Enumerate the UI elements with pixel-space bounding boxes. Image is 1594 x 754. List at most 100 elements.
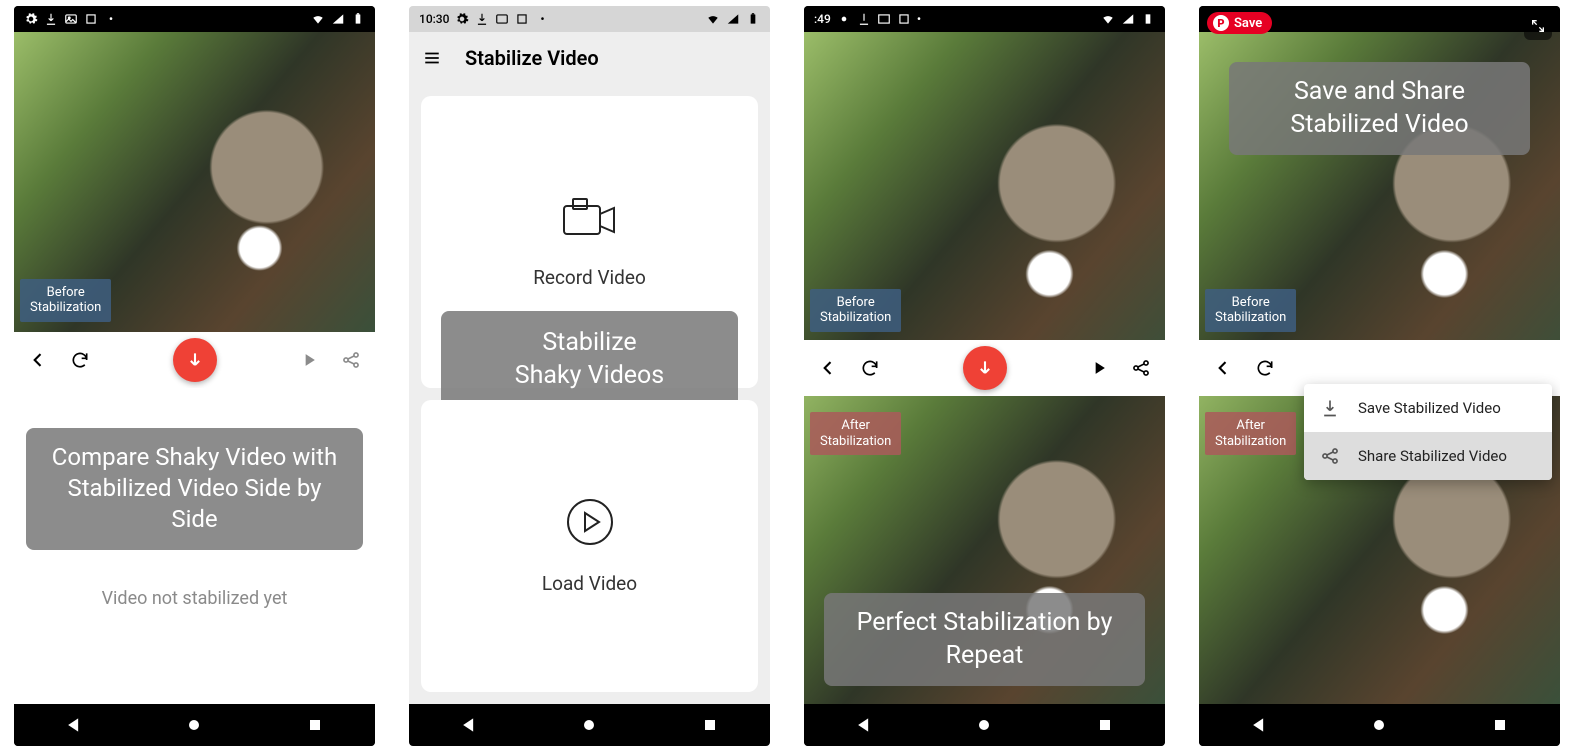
share-icon[interactable] — [1131, 358, 1151, 378]
before-video-preview[interactable]: Save and Share Stabilized Video Before S… — [1199, 32, 1560, 368]
status-bar: • — [14, 6, 375, 32]
before-video-preview[interactable]: Before Stabilization — [14, 32, 375, 332]
refresh-icon[interactable] — [70, 350, 90, 370]
battery-icon — [351, 12, 365, 26]
stabilize-overlay-label: Stabilize Shaky Videos — [441, 311, 738, 408]
pinterest-save-button[interactable]: P Save — [1207, 12, 1272, 34]
refresh-icon[interactable] — [1255, 358, 1275, 378]
record-video-label: Record Video — [533, 266, 646, 289]
player-toolbar — [14, 332, 375, 388]
nav-back-icon[interactable] — [459, 715, 479, 735]
image-icon — [495, 12, 509, 26]
signal-icon — [1121, 12, 1135, 26]
square-icon — [515, 12, 529, 26]
gear-icon — [24, 12, 38, 26]
before-stabilization-badge: Before Stabilization — [810, 289, 901, 332]
app-header: Stabilize Video — [409, 32, 770, 84]
load-video-label: Load Video — [542, 572, 637, 595]
record-video-card[interactable]: Record Video Stabilize Shaky Videos — [421, 96, 758, 388]
nav-back-icon[interactable] — [1249, 715, 1269, 735]
after-stabilization-badge: After Stabilization — [810, 412, 901, 455]
save-stabilized-item[interactable]: Save Stabilized Video — [1304, 384, 1552, 432]
after-video-placeholder: Compare Shaky Video with Stabilized Vide… — [14, 388, 375, 704]
before-stabilization-badge: Before Stabilization — [1205, 289, 1296, 332]
nav-home-icon[interactable] — [974, 715, 994, 735]
play-icon[interactable] — [299, 350, 319, 370]
download-icon — [1320, 398, 1340, 418]
save-stabilized-label: Save Stabilized Video — [1358, 399, 1501, 417]
screen-content: Save and Share Stabilized Video Before S… — [1199, 32, 1560, 704]
compare-overlay-label: Compare Shaky Video with Stabilized Vide… — [26, 428, 363, 550]
screenshot-2: 10:30 • Stabilize Video Recor — [409, 6, 770, 746]
nav-recents-icon[interactable] — [700, 715, 720, 735]
camera-icon — [561, 196, 619, 240]
status-bar: 10:30 • — [409, 6, 770, 32]
battery-icon — [1141, 12, 1155, 26]
android-navbar — [409, 704, 770, 746]
signal-icon — [331, 12, 345, 26]
play-circle-icon — [566, 498, 614, 546]
nav-back-icon[interactable] — [64, 715, 84, 735]
android-navbar — [14, 704, 375, 746]
screen-content: Stabilize Video Record Video Stabilize S… — [409, 32, 770, 704]
image-icon — [64, 12, 78, 26]
menu-icon[interactable] — [421, 49, 443, 67]
share-stabilized-label: Share Stabilized Video — [1358, 447, 1507, 465]
nav-home-icon[interactable] — [579, 715, 599, 735]
square-icon — [897, 12, 911, 26]
after-video-preview[interactable]: After Stabilization Perfect Stabilizatio… — [804, 368, 1165, 704]
android-navbar — [1199, 704, 1560, 746]
save-share-overlay: Save and Share Stabilized Video — [1229, 62, 1530, 155]
share-stabilized-item[interactable]: Share Stabilized Video — [1304, 432, 1552, 480]
share-icon[interactable] — [341, 350, 361, 370]
app-title: Stabilize Video — [465, 46, 599, 70]
screenshot-3: :49 • Before Stabilization — [804, 6, 1165, 746]
wifi-icon — [706, 12, 720, 26]
signal-icon — [726, 12, 740, 26]
status-bar: :49 • — [804, 6, 1165, 32]
player-toolbar — [804, 340, 1165, 396]
load-video-card[interactable]: Load Video — [421, 400, 758, 692]
back-icon[interactable] — [818, 358, 838, 378]
nav-home-icon[interactable] — [184, 715, 204, 735]
stabilize-fab-button[interactable] — [173, 338, 217, 382]
nav-recents-icon[interactable] — [1490, 715, 1510, 735]
screen-content: Before Stabilization After Stabilization… — [804, 32, 1165, 704]
pinterest-save-label: Save — [1234, 16, 1262, 31]
before-video-preview[interactable]: Before Stabilization — [804, 32, 1165, 368]
status-time-partial: :49 — [814, 12, 831, 26]
wifi-icon — [311, 12, 325, 26]
after-stabilization-badge: After Stabilization — [1205, 412, 1296, 455]
gear-icon — [455, 12, 469, 26]
nav-back-icon[interactable] — [854, 715, 874, 735]
before-stabilization-badge: Before Stabilization — [20, 279, 111, 322]
nav-recents-icon[interactable] — [305, 715, 325, 735]
not-stabilized-note: Video not stabilized yet — [14, 588, 375, 609]
back-icon[interactable] — [28, 350, 48, 370]
play-icon[interactable] — [1089, 358, 1109, 378]
nav-recents-icon[interactable] — [1095, 715, 1115, 735]
image-icon — [877, 12, 891, 26]
screenshot-4: P Save Save and Share Stabilized Video B… — [1199, 6, 1560, 746]
share-dropdown-menu: Save Stabilized Video Share Stabilized V… — [1304, 384, 1552, 480]
download-icon — [857, 12, 871, 26]
gear-icon — [837, 12, 851, 26]
perfect-stabilization-overlay: Perfect Stabilization by Repeat — [824, 593, 1145, 686]
dot-icon: • — [535, 12, 549, 26]
refresh-icon[interactable] — [860, 358, 880, 378]
screen-content: Before Stabilization Compare Shaky Video… — [14, 32, 375, 704]
back-icon[interactable] — [1213, 358, 1233, 378]
screenshot-1: • Before Stabilization Compare Sh — [14, 6, 375, 746]
square-icon — [84, 12, 98, 26]
battery-icon — [746, 12, 760, 26]
expand-icon[interactable] — [1524, 12, 1552, 40]
wifi-icon — [1101, 12, 1115, 26]
download-icon — [44, 12, 58, 26]
status-time: 10:30 — [419, 12, 449, 26]
share-icon — [1320, 446, 1340, 466]
android-navbar — [804, 704, 1165, 746]
nav-home-icon[interactable] — [1369, 715, 1389, 735]
download-icon — [475, 12, 489, 26]
stabilize-fab-button[interactable] — [963, 346, 1007, 390]
pinterest-icon: P — [1213, 15, 1229, 31]
